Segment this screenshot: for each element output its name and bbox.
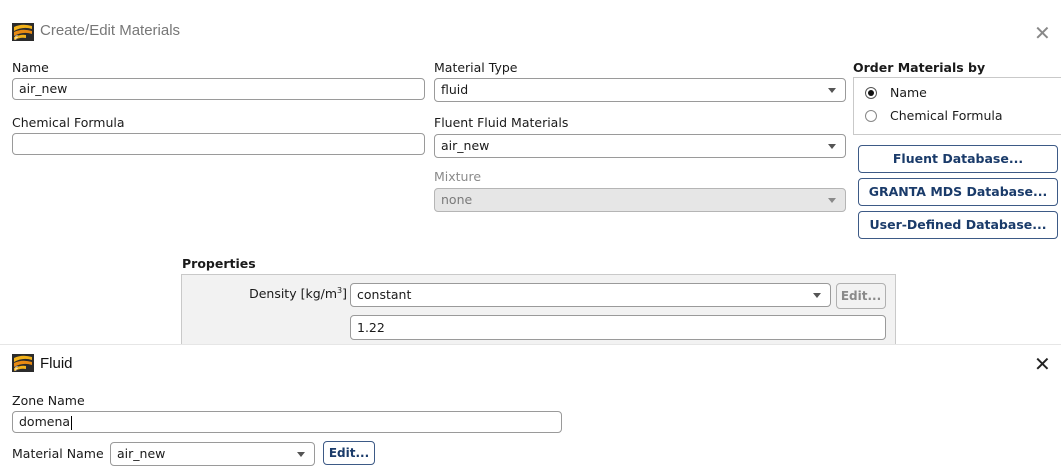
chevron-down-icon [813,293,821,298]
zone-name-value: domena [19,414,71,429]
mixture-label: Mixture [434,169,482,184]
window-separator [0,344,1061,345]
fluid-window-title: Fluid [40,355,73,372]
chevron-down-icon [297,452,305,457]
density-method-value: constant [357,287,412,302]
order-by-chemical-formula-radio[interactable]: Chemical Formula [865,108,1045,126]
fluent-logo-icon: F [12,23,34,41]
close-icon[interactable]: ✕ [1034,23,1051,43]
chevron-down-icon [828,144,836,149]
material-edit-button[interactable]: Edit... [323,441,375,465]
fluent-fluid-materials-value: air_new [441,138,490,153]
material-type-label: Material Type [434,60,518,75]
fluent-database-button[interactable]: Fluent Database... [858,145,1058,173]
fluent-fluid-materials-select[interactable]: air_new [434,134,846,158]
chevron-down-icon [828,198,836,203]
material-type-select[interactable]: fluid [434,78,846,102]
svg-text:F: F [15,35,19,41]
order-by-name-label: Name [890,85,927,100]
chevron-down-icon [828,88,836,93]
density-label: Density [kg/m3] [249,286,347,302]
material-name-value: air_new [117,446,166,461]
order-materials-title: Order Materials by [853,60,986,75]
density-edit-button: Edit... [836,283,886,309]
order-by-chemical-formula-label: Chemical Formula [890,108,1003,123]
density-value-input[interactable]: 1.22 [350,315,886,340]
chemical-formula-input[interactable] [12,133,425,155]
zone-name-input[interactable]: domena [12,411,562,433]
user-defined-database-button[interactable]: User-Defined Database... [858,211,1058,239]
text-cursor [71,415,73,430]
svg-text:F: F [15,366,19,372]
name-input[interactable]: air_new [12,78,425,100]
mixture-value: none [441,192,473,207]
material-name-label: Material Name [12,446,104,461]
properties-title: Properties [182,256,256,271]
close-icon[interactable]: ✕ [1034,354,1051,374]
radio-selected-icon [865,87,877,99]
material-name-select[interactable]: air_new [110,442,315,466]
density-method-select[interactable]: constant [350,283,831,307]
materials-window-title: Create/Edit Materials [40,22,181,39]
granta-mds-database-button[interactable]: GRANTA MDS Database... [858,178,1058,206]
material-type-value: fluid [441,82,469,97]
order-by-name-radio[interactable]: Name [865,85,1045,103]
mixture-select: none [434,188,846,212]
zone-name-label: Zone Name [12,393,85,408]
fluent-fluid-materials-label: Fluent Fluid Materials [434,115,569,130]
name-label: Name [12,60,49,75]
fluent-logo-icon: F [12,354,34,372]
radio-unselected-icon [865,110,877,122]
chemical-formula-label: Chemical Formula [12,115,125,130]
